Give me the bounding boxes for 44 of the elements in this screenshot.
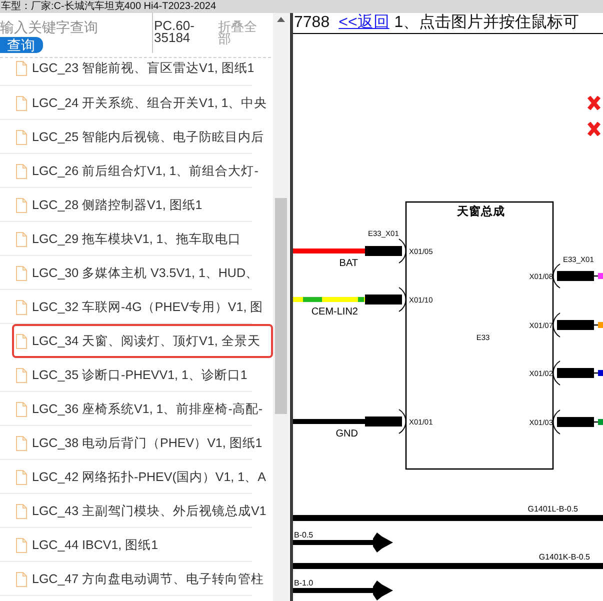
file-icon xyxy=(16,130,27,144)
wire-label: B-1.0 xyxy=(294,578,314,588)
file-icon xyxy=(16,198,27,212)
instruction-text: 1、点击图片并按住鼠标可 xyxy=(394,13,580,33)
list-item[interactable]: LGC_34 天窗、阅读灯、顶灯V1, 全景天 xyxy=(12,324,273,358)
vehicle-model-text: 车型：厂家:C-长城汽车坦克400 Hi4-T2023-2024 xyxy=(1,0,216,13)
file-icon xyxy=(16,232,27,246)
wire-label: G1401K-B-0.5 xyxy=(538,552,590,562)
wire-label: GND xyxy=(336,428,358,440)
connector-pin xyxy=(365,287,406,312)
back-link[interactable]: <<返回 xyxy=(338,13,390,33)
connector-pin xyxy=(365,409,406,434)
file-icon xyxy=(16,164,27,178)
file-icon xyxy=(16,538,27,552)
connector-pin xyxy=(365,238,406,264)
wire-label: B-0.5 xyxy=(294,530,314,540)
file-icon xyxy=(16,266,27,280)
wire-label: BAT xyxy=(339,258,358,269)
module-title: 天窗总成 xyxy=(457,206,505,218)
document-number-text: 7788 xyxy=(294,13,330,33)
scrollbar-thumb[interactable] xyxy=(275,198,287,414)
file-icon xyxy=(16,96,27,110)
wire-label: G1401L-B-0.5 xyxy=(528,504,578,514)
search-field[interactable]: 输入关键字查询 xyxy=(0,19,120,35)
file-icon xyxy=(16,470,27,484)
part-number-text: PC.60-35184 xyxy=(154,20,196,44)
file-icon xyxy=(16,334,27,348)
file-icon xyxy=(16,61,27,76)
file-icon xyxy=(16,572,27,586)
wire-label: CEM-LIN2 xyxy=(311,306,358,318)
wire xyxy=(293,297,365,302)
file-icon xyxy=(16,368,27,382)
connector-pin xyxy=(552,360,598,386)
file-icon xyxy=(16,436,27,450)
file-icon xyxy=(16,504,27,518)
search-button[interactable]: 查询 xyxy=(0,37,43,53)
cross-icon xyxy=(587,95,601,111)
connector-pin xyxy=(552,410,598,434)
connector-pin xyxy=(552,264,598,288)
connector-pin xyxy=(552,312,598,338)
file-icon xyxy=(16,402,27,416)
cross-icon xyxy=(587,121,601,137)
file-icon xyxy=(16,300,27,314)
up-arrow-icon[interactable] xyxy=(277,17,285,22)
